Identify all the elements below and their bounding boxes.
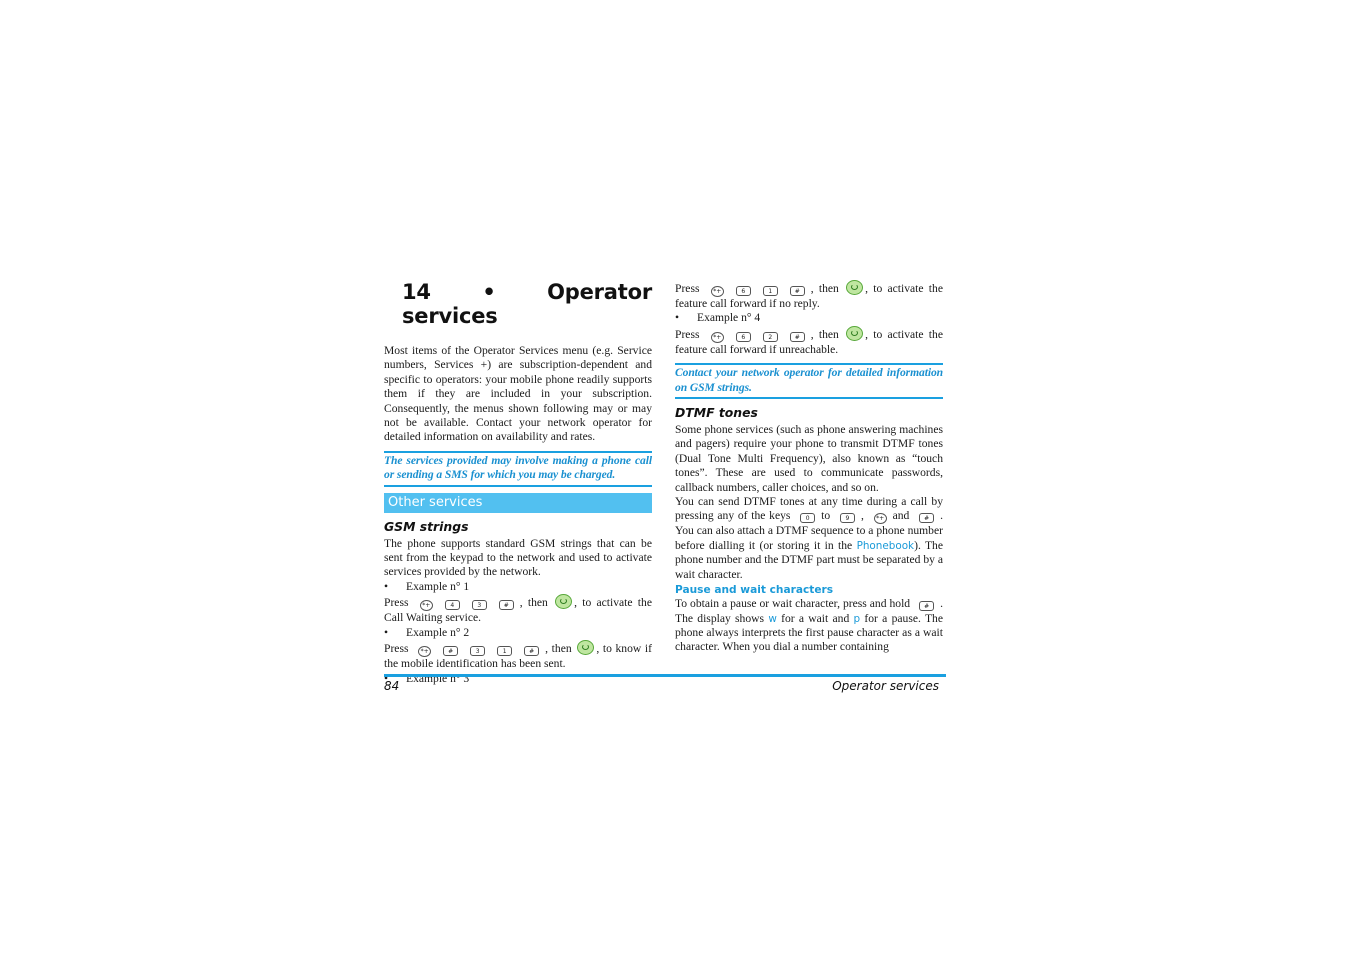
key-3-icon: 3 (470, 646, 486, 657)
example-3-text: Press *+ 6 1 #, then , to activate the feat… (675, 280, 943, 310)
star-key-icon: *+ (873, 513, 887, 525)
call-key-icon (577, 640, 595, 656)
hash-key-icon: # (919, 601, 935, 612)
gsm-strings-heading: GSM strings (384, 518, 469, 534)
dtmf-paragraph-2: You can send DTMF tones at any time duri… (675, 495, 944, 581)
chapter-title: 14 • Operator services (402, 280, 652, 328)
dtmf-paragraph-1: Some phone services (such as phone answe… (675, 423, 943, 494)
star-key-icon: *+ (710, 331, 724, 343)
hash-key-icon: # (919, 513, 935, 524)
pause-paragraph: To obtain a pause or wait character, pre… (675, 597, 943, 654)
call-key-icon (846, 280, 864, 295)
manual-page: 14 • Operator services Most items of the… (0, 0, 1351, 954)
call-key-icon (846, 325, 864, 341)
section-title-other-services: Other services (384, 492, 652, 513)
example-1-text: Press *+ 4 3 #, then , to activate the Call… (384, 594, 652, 625)
hash-key-icon: # (789, 286, 805, 296)
left-column: 14 • Operator services Most items of the… (384, 280, 652, 686)
key-6-icon: 6 (735, 286, 751, 296)
gsm-contact-note: Contact your network operator for detail… (675, 363, 943, 400)
footer-section-title: Operator services (832, 679, 939, 693)
key-0-icon: 0 (800, 513, 816, 524)
hash-key-icon: # (443, 646, 459, 657)
example-1-label: • Example n° 1 (384, 579, 470, 593)
hash-key-icon: # (789, 331, 805, 342)
key-1-icon: 1 (762, 286, 778, 296)
hash-key-icon: # (498, 600, 514, 611)
example-4-text: Press *+ 6 2 #, then , to activate the feat… (675, 325, 943, 356)
example-2-text: Press *+ #3 1 #, then , to know if the mobi… (384, 640, 653, 671)
intro-paragraph: Most items of the Operator Services menu… (384, 344, 652, 444)
key-4-icon: 4 (444, 600, 460, 611)
charge-note: The services provided may involve making… (384, 450, 652, 487)
key-6-icon: 6 (735, 331, 751, 342)
bullet-icon: • (384, 625, 389, 639)
key-2-icon: 2 (762, 331, 778, 342)
star-key-icon: *+ (710, 286, 724, 297)
example-2-label: • Example n° 2 (384, 625, 470, 639)
right-column: Press *+ 6 1 #, then , to activate the feat… (675, 280, 943, 655)
gsm-intro: The phone supports standard GSM strings … (384, 536, 652, 579)
pause-wait-heading: Pause and wait characters (675, 584, 834, 597)
dtmf-tones-heading: DTMF tones (675, 405, 758, 421)
key-3-icon: 3 (471, 600, 487, 611)
call-key-icon (555, 594, 573, 610)
pause-char: p (853, 612, 861, 625)
footer-rule (384, 674, 946, 677)
key-1-icon: 1 (497, 646, 513, 657)
page-number: 84 (384, 679, 400, 693)
key-9-icon: 9 (839, 513, 855, 524)
bullet-icon: • (675, 311, 680, 325)
star-key-icon: *+ (418, 646, 432, 658)
example-4-label: • Example n° 4 (675, 311, 761, 325)
star-key-icon: *+ (419, 600, 433, 612)
hash-key-icon: # (524, 646, 540, 657)
bullet-icon: • (384, 579, 389, 593)
wait-char: w (768, 612, 777, 625)
phonebook-link[interactable]: Phonebook (857, 540, 915, 552)
